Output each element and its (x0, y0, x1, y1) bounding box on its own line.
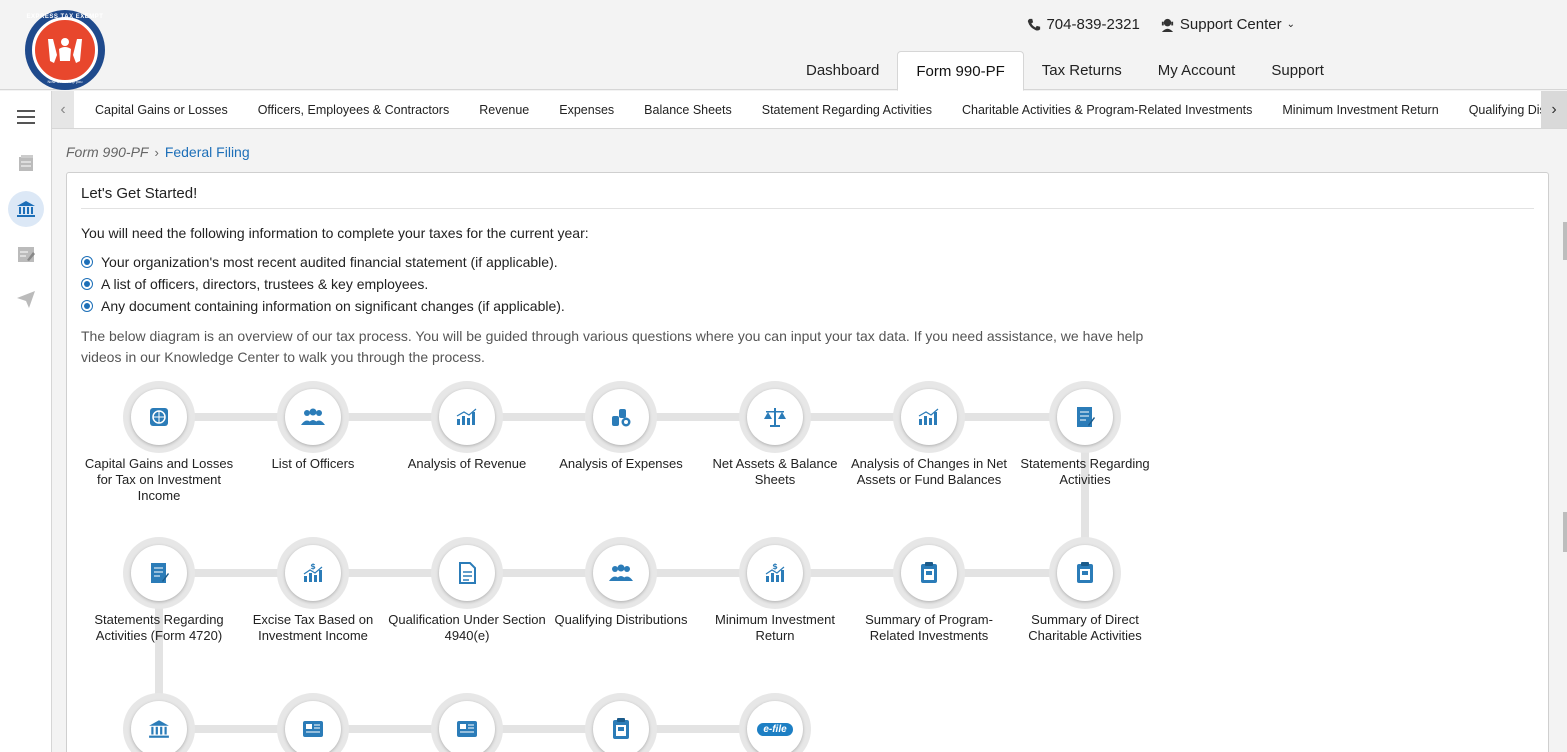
support-center-dropdown[interactable]: Support Center ⌄ (1160, 16, 1295, 33)
phone-icon (1028, 18, 1041, 31)
document-icon (151, 563, 169, 583)
chevron-down-icon: ⌄ (1286, 19, 1295, 30)
step-list-of-officers[interactable] (277, 381, 349, 453)
subnav-item-charitable-activities[interactable]: Charitable Activities & Program-Related … (962, 103, 1252, 117)
step-label: Summary of Direct Charitable Activities (1028, 612, 1142, 643)
subnav-item-minimum-investment[interactable]: Minimum Investment Return (1282, 103, 1438, 117)
step-analysis-of-expenses[interactable] (585, 381, 657, 453)
step-statements-regarding-activities[interactable] (1049, 381, 1121, 453)
clipboard-icon (1077, 562, 1093, 583)
support-agent-icon (1161, 18, 1173, 32)
people-icon (609, 564, 633, 581)
subnav-item-revenue[interactable]: Revenue (479, 103, 529, 117)
money-chart-icon: $ (303, 562, 323, 582)
step-newspaper-1[interactable] (277, 693, 349, 752)
contact-bar: 704-839-2321 Support Center ⌄ (1027, 16, 1295, 33)
phone-number: 704-839-2321 (1046, 16, 1140, 33)
scroll-left-icon[interactable]: ‹ (52, 91, 74, 128)
step-label: List of Officers (271, 456, 355, 471)
menu-icon[interactable] (8, 99, 44, 135)
bank-icon (149, 720, 169, 738)
svg-text:$: $ (310, 562, 316, 571)
scrollbar-thumb[interactable] (1563, 222, 1567, 260)
getting-started-card: Let's Get Started! You will need the fol… (66, 172, 1549, 752)
step-summary-program-related[interactable] (893, 537, 965, 609)
people-icon (301, 408, 325, 425)
step-label: Qualifying Distributions (554, 612, 688, 627)
step-label: Minimum Investment Return (715, 612, 835, 643)
step-clipboard[interactable] (585, 693, 657, 752)
tab-dashboard[interactable]: Dashboard (788, 51, 897, 90)
step-label: Analysis of Changes in Net Assets or Fun… (850, 456, 1008, 487)
bank-icon[interactable] (8, 191, 44, 227)
newspaper-icon (457, 721, 477, 737)
step-analysis-of-revenue[interactable] (431, 381, 503, 453)
step-qualification-4940e[interactable] (431, 537, 503, 609)
breadcrumb-form[interactable]: Form 990-PF (66, 144, 148, 160)
phone-contact[interactable]: 704-839-2321 (1027, 16, 1140, 33)
step-label: Statements Regarding Activities (Form 47… (94, 612, 224, 643)
step-minimum-investment-return[interactable]: $ (739, 537, 811, 609)
support-center-label: Support Center (1179, 16, 1282, 33)
logo-tagline: Now let us help you (47, 79, 83, 84)
clipboard-icon (921, 562, 937, 583)
step-label: Analysis of Expenses (559, 456, 683, 471)
scale-icon (764, 408, 786, 427)
scroll-right-icon[interactable]: › (1541, 91, 1567, 128)
step-label: Summary of Program-Related Investments (865, 612, 993, 643)
step-statements-form-4720[interactable] (123, 537, 195, 609)
app-header: EXPRESS TAX EXEMPT Now let us help you 7… (0, 0, 1567, 91)
tab-my-account[interactable]: My Account (1140, 51, 1254, 90)
tab-support[interactable]: Support (1253, 51, 1342, 90)
step-analysis-of-changes[interactable] (893, 381, 965, 453)
scrollbar-thumb-inner[interactable] (1563, 512, 1567, 552)
newspaper-icon (303, 721, 323, 737)
subnav-items: Capital Gains or Losses Officers, Employ… (95, 91, 1567, 128)
document-icon (1077, 407, 1095, 427)
express-tax-exempt-logo[interactable]: EXPRESS TAX EXEMPT Now let us help you (25, 10, 105, 90)
left-sidebar (0, 91, 52, 752)
step-label: Statements Regarding Activities (1020, 456, 1150, 487)
step-excise-tax[interactable]: $ (277, 537, 349, 609)
subnav-item-expenses[interactable]: Expenses (559, 103, 614, 117)
step-qualifying-distributions[interactable] (585, 537, 657, 609)
globe-money-icon (150, 408, 168, 426)
step-net-assets[interactable] (739, 381, 811, 453)
section-subnav: ‹ Capital Gains or Losses Officers, Empl… (52, 91, 1567, 129)
step-summary-direct-charitable[interactable] (1049, 537, 1121, 609)
step-newspaper-2[interactable] (431, 693, 503, 752)
tab-form-990-pf[interactable]: Form 990-PF (897, 51, 1024, 91)
logo-ring-text: EXPRESS TAX EXEMPT (26, 14, 104, 20)
process-diagram: Capital Gains and Losses for Tax on Inve… (67, 173, 1550, 752)
step-label: Net Assets & Balance Sheets (712, 456, 838, 487)
efile-icon: e-file (757, 722, 793, 736)
logo-hands-icon (32, 17, 98, 83)
breadcrumb-current: Federal Filing (164, 144, 250, 160)
breadcrumb: Form 990-PF › Federal Filing (66, 144, 250, 160)
subnav-item-statement-activities[interactable]: Statement Regarding Activities (762, 103, 932, 117)
clipboard-icon (613, 718, 629, 739)
chevron-right-icon: › (154, 144, 159, 160)
forms-stack-icon[interactable] (8, 145, 44, 181)
subnav-item-officers[interactable]: Officers, Employees & Contractors (258, 103, 450, 117)
subnav-item-capital-gains[interactable]: Capital Gains or Losses (95, 103, 228, 117)
step-efile[interactable]: e-file (739, 693, 811, 752)
bar-chart-icon (918, 408, 939, 425)
step-label: Capital Gains and Losses for Tax on Inve… (84, 456, 234, 503)
main-nav: Dashboard Form 990-PF Tax Returns My Acc… (788, 51, 1342, 91)
subnav-item-balance-sheets[interactable]: Balance Sheets (644, 103, 732, 117)
step-bank[interactable] (123, 693, 195, 752)
money-chart-icon: $ (765, 562, 785, 582)
send-icon[interactable] (8, 281, 44, 317)
file-icon (459, 562, 476, 584)
coins-icon (612, 409, 631, 427)
step-label: Excise Tax Based on Investment Income (252, 612, 374, 643)
svg-text:$: $ (772, 562, 778, 571)
step-label: Analysis of Revenue (407, 456, 527, 471)
bar-chart-icon (456, 408, 477, 425)
step-capital-gains[interactable] (123, 381, 195, 453)
tab-tax-returns[interactable]: Tax Returns (1024, 51, 1140, 90)
edit-form-icon[interactable] (8, 236, 44, 272)
step-label: Qualification Under Section 4940(e) (388, 612, 546, 643)
